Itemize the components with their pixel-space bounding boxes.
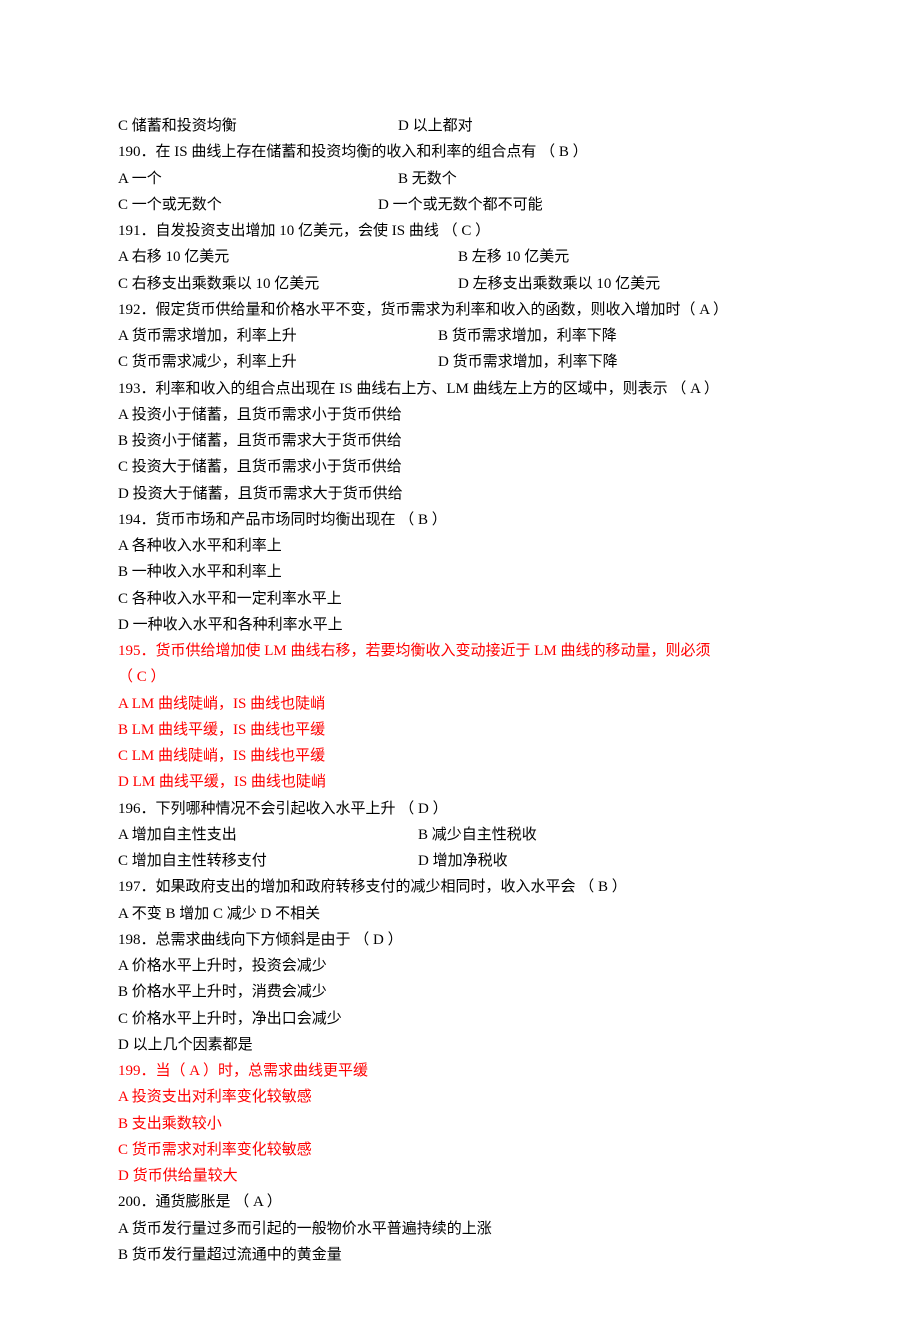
text-segment: A 各种收入水平和利率上 [118,538,282,554]
text-segment: C LM 曲线陡峭，IS 曲线也平缓 [118,748,325,764]
text-segment: A 投资支出对利率变化较敏感 [118,1089,312,1105]
text-line: C 储蓄和投资均衡D 以上都对 [118,113,804,139]
text-line: D 以上几个因素都是 [118,1032,804,1058]
text-line: A 价格水平上升时，投资会减少 [118,953,804,979]
text-segment: 200．通货膨胀是 （ A ） [118,1194,282,1210]
text-line: B 支出乘数较小 [118,1111,804,1137]
text-line: C 右移支出乘数乘以 10 亿美元D 左移支出乘数乘以 10 亿美元 [118,271,804,297]
text-segment: C 价格水平上升时，净出口会减少 [118,1011,342,1027]
text-segment: D 左移支出乘数乘以 10 亿美元 [458,276,660,292]
text-segment: C 货币需求减少，利率上升 [118,349,438,375]
text-segment: D 一个或无数个都不可能 [378,197,543,213]
text-segment: B 左移 10 亿美元 [458,249,569,265]
text-segment: A 货币发行量过多而引起的一般物价水平普遍持续的上涨 [118,1221,492,1237]
text-line: D 一种收入水平和各种利率水平上 [118,612,804,638]
text-segment: A 货币需求增加，利率上升 [118,323,438,349]
text-line: 197．如果政府支出的增加和政府转移支付的减少相同时，收入水平会 （ B ） [118,874,804,900]
text-segment: B 一种收入水平和利率上 [118,564,282,580]
text-segment: （ C ） [118,669,166,685]
text-segment: A LM 曲线陡峭，IS 曲线也陡峭 [118,696,325,712]
text-segment: D 投资大于储蓄，且货币需求大于货币供给 [118,486,403,502]
text-line: B LM 曲线平缓，IS 曲线也平缓 [118,717,804,743]
text-segment: D 货币需求增加，利率下降 [438,354,618,370]
text-segment: A 右移 10 亿美元 [118,244,458,270]
text-segment: C 货币需求对利率变化较敏感 [118,1142,312,1158]
text-line: A LM 曲线陡峭，IS 曲线也陡峭 [118,691,804,717]
text-segment: B 无数个 [398,171,457,187]
text-line: 200．通货膨胀是 （ A ） [118,1189,804,1215]
text-segment: B 货币发行量超过流通中的黄金量 [118,1247,342,1263]
text-line: D 货币供给量较大 [118,1163,804,1189]
text-segment: B LM 曲线平缓，IS 曲线也平缓 [118,722,325,738]
text-line: A 投资支出对利率变化较敏感 [118,1084,804,1110]
text-segment: A 增加自主性支出 [118,822,418,848]
text-line: 195．货币供给增加使 LM 曲线右移，若要均衡收入变动接近于 LM 曲线的移动… [118,638,804,664]
document-page: C 储蓄和投资均衡D 以上都对 190．在 IS 曲线上存在储蓄和投资均衡的收入和… [0,0,920,1328]
text-segment: B 减少自主性税收 [418,827,537,843]
text-segment: D 货币供给量较大 [118,1168,238,1184]
text-segment: 192．假定货币供给量和价格水平不变，货币需求为利率和收入的函数，则收入增加时（… [118,302,728,318]
text-line: B 价格水平上升时，消费会减少 [118,979,804,1005]
text-segment: D 以上几个因素都是 [118,1037,253,1053]
text-line: A 不变 B 增加 C 减少 D 不相关 [118,901,804,927]
text-segment: C 一个或无数个 [118,192,378,218]
text-line: A 货币需求增加，利率上升B 货币需求增加，利率下降 [118,323,804,349]
text-line: C 货币需求对利率变化较敏感 [118,1137,804,1163]
text-segment: 193．利率和收入的组合点出现在 IS 曲线右上方、LM 曲线左上方的区域中，则… [118,381,719,397]
text-segment: 194．货币市场和产品市场同时均衡出现在 （ B ） [118,512,447,528]
text-line: （ C ） [118,664,804,690]
text-segment: C 增加自主性转移支付 [118,848,418,874]
text-line: C 各种收入水平和一定利率水平上 [118,586,804,612]
text-segment: 198．总需求曲线向下方倾斜是由于 （ D ） [118,932,403,948]
text-segment: C 各种收入水平和一定利率水平上 [118,591,342,607]
text-line: 191．自发投资支出增加 10 亿美元，会使 IS 曲线 （ C ） [118,218,804,244]
text-segment: A 价格水平上升时，投资会减少 [118,958,327,974]
text-line: 198．总需求曲线向下方倾斜是由于 （ D ） [118,927,804,953]
text-segment: 196．下列哪种情况不会引起收入水平上升 （ D ） [118,801,448,817]
text-line: A 投资小于储蓄，且货币需求小于货币供给 [118,402,804,428]
text-line: C 货币需求减少，利率上升D 货币需求增加，利率下降 [118,349,804,375]
text-line: A 右移 10 亿美元B 左移 10 亿美元 [118,244,804,270]
text-segment: C 右移支出乘数乘以 10 亿美元 [118,271,458,297]
text-line: 194．货币市场和产品市场同时均衡出现在 （ B ） [118,507,804,533]
text-line: 193．利率和收入的组合点出现在 IS 曲线右上方、LM 曲线左上方的区域中，则… [118,376,804,402]
text-line: D 投资大于储蓄，且货币需求大于货币供给 [118,481,804,507]
text-segment: 199．当（ A ）时，总需求曲线更平缓 [118,1063,368,1079]
text-line: A 一个B 无数个 [118,166,804,192]
text-segment: A 投资小于储蓄，且货币需求小于货币供给 [118,407,402,423]
text-segment: 195．货币供给增加使 LM 曲线右移，若要均衡收入变动接近于 LM 曲线的移动… [118,643,711,659]
text-segment: C 投资大于储蓄，且货币需求小于货币供给 [118,459,402,475]
text-segment: D 增加净税收 [418,853,508,869]
text-segment: 197．如果政府支出的增加和政府转移支付的减少相同时，收入水平会 （ B ） [118,879,627,895]
text-line: 199．当（ A ）时，总需求曲线更平缓 [118,1058,804,1084]
text-segment: C 储蓄和投资均衡 [118,113,398,139]
text-segment: B 货币需求增加，利率下降 [438,328,617,344]
text-line: A 货币发行量过多而引起的一般物价水平普遍持续的上涨 [118,1216,804,1242]
text-segment: D 以上都对 [398,118,473,134]
text-segment: D 一种收入水平和各种利率水平上 [118,617,343,633]
text-segment: B 价格水平上升时，消费会减少 [118,984,327,1000]
text-segment: 190．在 IS 曲线上存在储蓄和投资均衡的收入和利率的组合点有 （ B ） [118,144,588,160]
text-line: D LM 曲线平缓，IS 曲线也陡峭 [118,769,804,795]
text-line: C LM 曲线陡峭，IS 曲线也平缓 [118,743,804,769]
text-segment: B 支出乘数较小 [118,1116,222,1132]
text-line: B 投资小于储蓄，且货币需求大于货币供给 [118,428,804,454]
text-line: C 投资大于储蓄，且货币需求小于货币供给 [118,454,804,480]
text-segment: B 投资小于储蓄，且货币需求大于货币供给 [118,433,402,449]
text-line: 192．假定货币供给量和价格水平不变，货币需求为利率和收入的函数，则收入增加时（… [118,297,804,323]
text-line: C 一个或无数个D 一个或无数个都不可能 [118,192,804,218]
text-line: A 增加自主性支出B 减少自主性税收 [118,822,804,848]
text-line: C 增加自主性转移支付D 增加净税收 [118,848,804,874]
text-line: B 一种收入水平和利率上 [118,559,804,585]
text-line: A 各种收入水平和利率上 [118,533,804,559]
text-line: 196．下列哪种情况不会引起收入水平上升 （ D ） [118,796,804,822]
text-line: C 价格水平上升时，净出口会减少 [118,1006,804,1032]
text-segment: A 一个 [118,166,398,192]
text-segment: D LM 曲线平缓，IS 曲线也陡峭 [118,774,326,790]
text-segment: 191．自发投资支出增加 10 亿美元，会使 IS 曲线 （ C ） [118,223,490,239]
text-line: B 货币发行量超过流通中的黄金量 [118,1242,804,1268]
text-line: 190．在 IS 曲线上存在储蓄和投资均衡的收入和利率的组合点有 （ B ） [118,139,804,165]
text-segment: A 不变 B 增加 C 减少 D 不相关 [118,906,320,922]
